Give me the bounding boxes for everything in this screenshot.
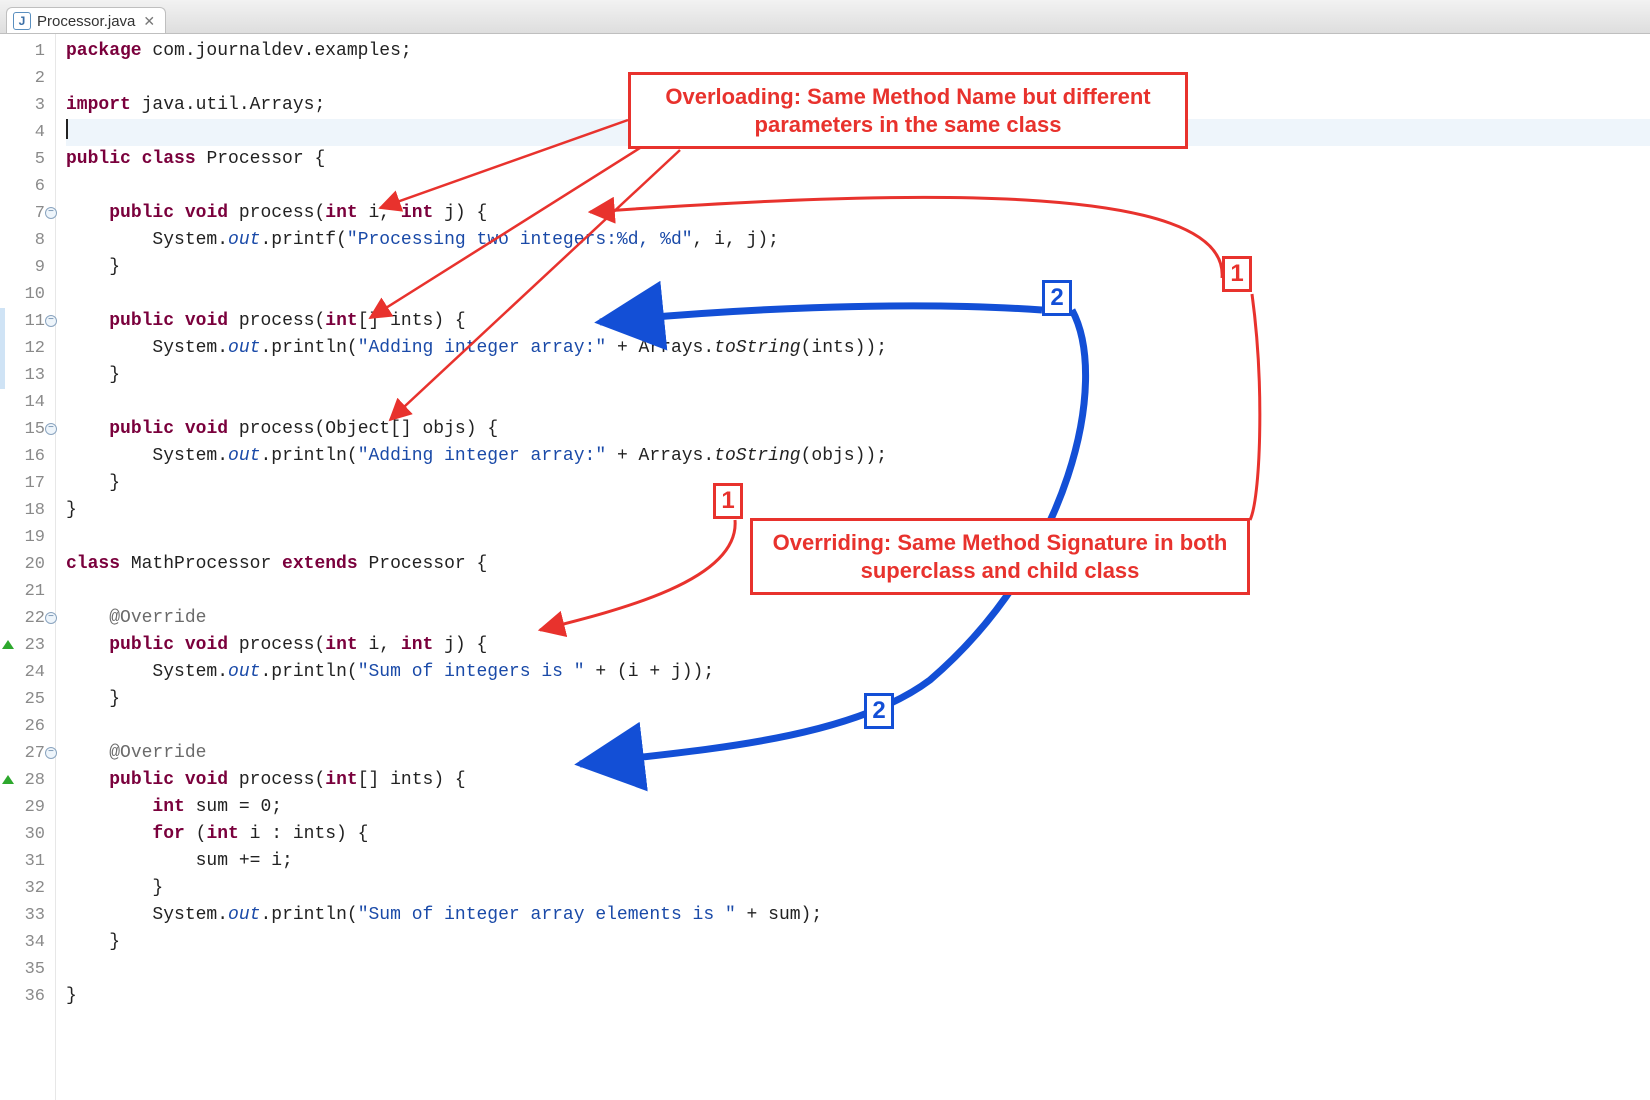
code-line[interactable]: System.out.println("Sum of integers is "… <box>66 659 1650 686</box>
code-line[interactable]: package com.journaldev.examples; <box>66 38 1650 65</box>
change-marker <box>0 335 5 362</box>
line-number: 29 <box>0 794 55 821</box>
code-line[interactable]: } <box>66 470 1650 497</box>
line-number: 18 <box>0 497 55 524</box>
line-number: 14 <box>0 389 55 416</box>
code-line[interactable]: sum += i; <box>66 848 1650 875</box>
badge-blue-2-bottom: 2 <box>864 693 894 729</box>
line-number: 30 <box>0 821 55 848</box>
code-line[interactable]: int sum = 0; <box>66 794 1650 821</box>
code-line[interactable]: public void process(int[] ints) { <box>66 308 1650 335</box>
override-marker-icon[interactable] <box>2 775 14 784</box>
annotation-overriding: Overriding: Same Method Signature in bot… <box>750 518 1250 595</box>
line-number: 13 <box>0 362 55 389</box>
change-marker <box>0 308 5 335</box>
line-number: 17 <box>0 470 55 497</box>
line-number: 35 <box>0 956 55 983</box>
line-number: 8 <box>0 227 55 254</box>
line-number: 2 <box>0 65 55 92</box>
line-number: 33 <box>0 902 55 929</box>
annotation-overloading: Overloading: Same Method Name but differ… <box>628 72 1188 149</box>
code-line[interactable]: for (int i : ints) { <box>66 821 1650 848</box>
code-line[interactable]: public void process(int[] ints) { <box>66 767 1650 794</box>
code-line[interactable]: @Override <box>66 740 1650 767</box>
line-number: 19 <box>0 524 55 551</box>
close-icon[interactable]: ✕ <box>143 13 155 30</box>
line-number: 21 <box>0 578 55 605</box>
line-number: 5 <box>0 146 55 173</box>
line-number: 27− <box>0 740 55 767</box>
line-number: 12 <box>0 335 55 362</box>
code-line[interactable]: public void process(Object[] objs) { <box>66 416 1650 443</box>
code-line[interactable]: public void process(int i, int j) { <box>66 200 1650 227</box>
code-line[interactable]: System.out.println("Adding integer array… <box>66 443 1650 470</box>
code-line[interactable] <box>66 281 1650 308</box>
line-number: 6 <box>0 173 55 200</box>
code-line[interactable]: @Override <box>66 605 1650 632</box>
code-line[interactable] <box>66 173 1650 200</box>
line-number: 28 <box>0 767 55 794</box>
editor-tab[interactable]: J Processor.java ✕ <box>6 7 166 33</box>
line-number: 16 <box>0 443 55 470</box>
line-number: 10 <box>0 281 55 308</box>
code-line[interactable]: System.out.printf("Processing two intege… <box>66 227 1650 254</box>
code-line[interactable]: } <box>66 254 1650 281</box>
code-line[interactable]: public class Processor { <box>66 146 1650 173</box>
line-number: 26 <box>0 713 55 740</box>
line-number-gutter: 1234567−891011−12131415−16171819202122−2… <box>0 34 56 1100</box>
line-number: 7− <box>0 200 55 227</box>
line-number: 1 <box>0 38 55 65</box>
line-number: 20 <box>0 551 55 578</box>
line-number: 24 <box>0 659 55 686</box>
line-number: 15− <box>0 416 55 443</box>
line-number: 32 <box>0 875 55 902</box>
code-line[interactable] <box>66 713 1650 740</box>
code-line[interactable]: } <box>66 875 1650 902</box>
line-number: 31 <box>0 848 55 875</box>
line-number: 3 <box>0 92 55 119</box>
badge-red-1: 1 <box>1222 256 1252 292</box>
line-number: 22− <box>0 605 55 632</box>
badge-blue-2-top: 2 <box>1042 280 1072 316</box>
line-number: 9 <box>0 254 55 281</box>
change-marker <box>0 362 5 389</box>
code-line[interactable]: System.out.println("Adding integer array… <box>66 335 1650 362</box>
code-line[interactable]: } <box>66 362 1650 389</box>
line-number: 23 <box>0 632 55 659</box>
code-line[interactable]: } <box>66 929 1650 956</box>
tab-filename: Processor.java <box>37 13 135 30</box>
line-number: 34 <box>0 929 55 956</box>
badge-red-1-mid: 1 <box>713 483 743 519</box>
line-number: 25 <box>0 686 55 713</box>
code-line[interactable]: } <box>66 983 1650 1010</box>
override-marker-icon[interactable] <box>2 640 14 649</box>
code-line[interactable] <box>66 956 1650 983</box>
line-number: 4 <box>0 119 55 146</box>
tab-bar: J Processor.java ✕ <box>0 0 1650 34</box>
java-file-icon: J <box>13 12 31 30</box>
code-line[interactable] <box>66 389 1650 416</box>
code-line[interactable]: } <box>66 686 1650 713</box>
code-line[interactable]: public void process(int i, int j) { <box>66 632 1650 659</box>
line-number: 36 <box>0 983 55 1010</box>
line-number: 11− <box>0 308 55 335</box>
code-line[interactable]: System.out.println("Sum of integer array… <box>66 902 1650 929</box>
